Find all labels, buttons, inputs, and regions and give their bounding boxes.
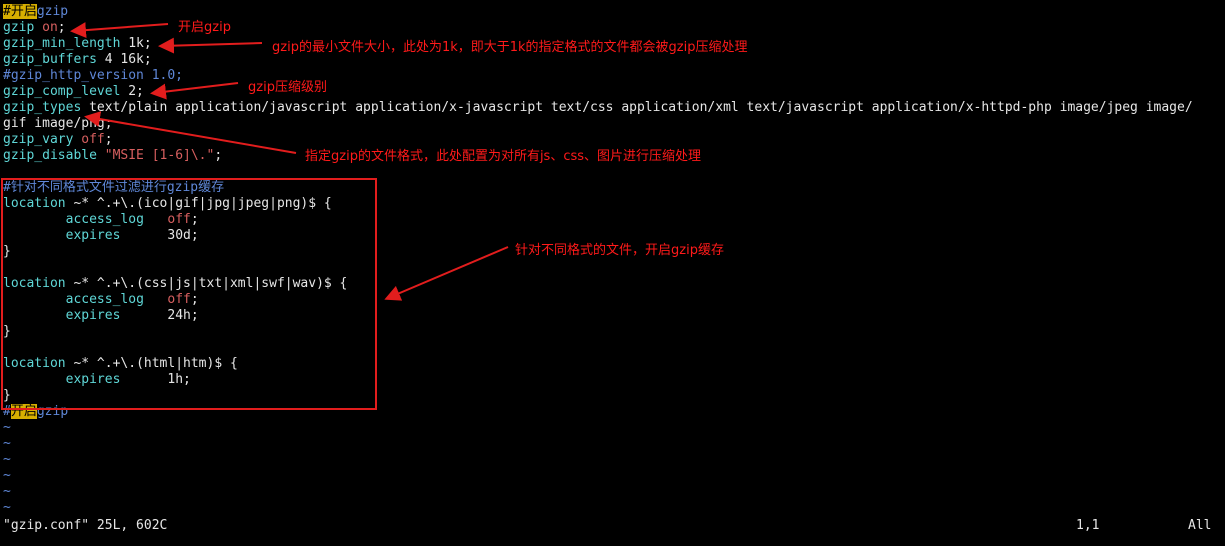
annotation-gzip-on: 开启gzip: [178, 20, 231, 35]
annotation-types: 指定gzip的文件格式，此处配置为对所有js、css、图片进行压缩处理: [305, 149, 702, 164]
arrow-min-length: [158, 37, 263, 54]
arrow-cache: [384, 246, 509, 301]
status-cursor-position: 1,1: [1076, 518, 1100, 533]
annotation-arrows: [70, 22, 509, 301]
annotation-min-length: gzip的最小文件大小，此处为1k，即大于1k的指定格式的文件都会被gzip压缩…: [272, 40, 748, 55]
arrow-comp-level: [150, 82, 239, 100]
annotation-cache: 针对不同格式的文件，开启gzip缓存: [515, 243, 724, 258]
status-file-info: "gzip.conf" 25L, 602C: [3, 518, 168, 533]
arrow-types: [84, 111, 297, 154]
vim-status-bar: "gzip.conf" 25L, 602C 1,1 All: [3, 518, 1218, 534]
status-scroll-indicator: All: [1188, 518, 1212, 533]
arrow-gzip-on: [70, 22, 169, 39]
annotation-comp-level: gzip压缩级别: [248, 80, 327, 95]
